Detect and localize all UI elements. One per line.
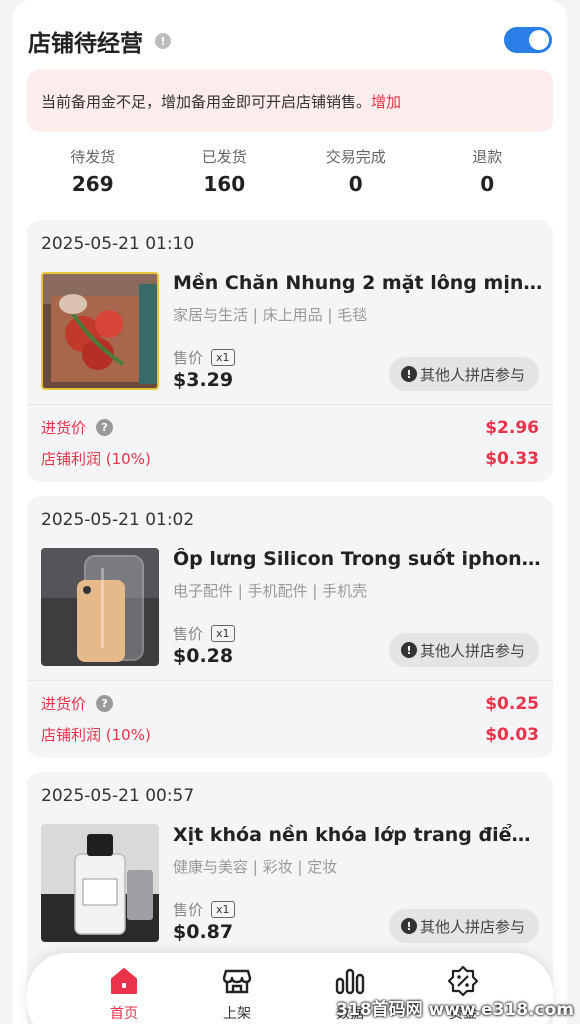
stat-value: 0: [348, 172, 363, 196]
group-participation-button[interactable]: ! 其他人拼店参与: [388, 633, 539, 667]
help-icon[interactable]: ?: [96, 419, 114, 436]
store-profit-value: $0.33: [485, 448, 539, 469]
reserve-fund-alert: 当前备用金不足，增加备用金即可开启店铺销售。 增加: [27, 70, 553, 132]
group-participation-button[interactable]: ! 其他人拼店参与: [388, 909, 539, 943]
divider: [27, 680, 553, 681]
product-price: $3.29: [173, 369, 234, 391]
stat-label: 退款: [472, 148, 503, 166]
home-icon: [84, 965, 164, 997]
group-button-label: 其他人拼店参与: [419, 917, 525, 936]
product-title[interactable]: Mền Chăn Nhung 2 mặt lông mịn C...: [173, 272, 543, 294]
order-date: 2025-05-21 01:10: [41, 234, 195, 254]
order-stats: 待发货 269 已发货 160 交易完成 0 退款 0: [27, 146, 553, 202]
price-label-text: 售价: [173, 349, 204, 367]
bar-chart-icon: [310, 965, 390, 997]
watermark: 318首码网 www.e318.com: [336, 1000, 574, 1020]
add-fund-link[interactable]: 增加: [371, 91, 401, 112]
stat-value: 0: [480, 172, 495, 196]
price-label-text: 售价: [173, 625, 204, 643]
stat-completed[interactable]: 交易完成 0: [290, 146, 422, 202]
store-icon: [197, 965, 277, 997]
order-card[interactable]: 2025-05-21 01:10 Mền Chăn Nhung 2 mặt lô…: [27, 220, 553, 482]
group-participation-button[interactable]: ! 其他人拼店参与: [388, 357, 539, 391]
quantity-badge: x1: [211, 901, 235, 918]
stat-shipped[interactable]: 已发货 160: [159, 146, 291, 202]
cost-price-value: $2.96: [485, 417, 539, 438]
stat-value: 269: [71, 172, 114, 196]
product-title[interactable]: Ốp lưng Silicon Trong suốt iphone...: [173, 548, 543, 570]
store-profit-row: 店铺利润 (10%) $0.03: [41, 724, 539, 745]
quantity-badge: x1: [211, 349, 235, 366]
alert-text: 当前备用金不足，增加备用金即可开启店铺销售。: [41, 92, 372, 111]
group-button-label: 其他人拼店参与: [419, 365, 525, 384]
price-label: 售价 x1: [173, 347, 235, 368]
tab-label: 首页: [110, 1006, 138, 1022]
stat-label: 已发货: [201, 148, 247, 166]
exclamation-icon: !: [400, 642, 417, 658]
page-header: 店铺待经营 !: [28, 24, 552, 58]
store-profit-label: 店铺利润 (10%): [41, 726, 151, 744]
tab-listing[interactable]: 上架: [197, 965, 277, 1023]
exclamation-icon: !: [400, 366, 417, 382]
order-date: 2025-05-21 00:57: [41, 786, 195, 806]
stat-label: 交易完成: [325, 148, 386, 166]
product-price: $0.28: [173, 645, 234, 667]
tab-label: 上架: [223, 1006, 251, 1022]
discount-badge-icon: [423, 965, 503, 997]
toggle-knob: [529, 30, 549, 50]
stat-value: 160: [203, 172, 246, 196]
store-profit-value: $0.03: [485, 724, 539, 745]
info-icon[interactable]: !: [155, 33, 171, 49]
cost-price-label: 进货价: [41, 695, 87, 713]
quantity-badge: x1: [211, 625, 235, 642]
divider: [27, 404, 553, 405]
cost-price-row: 进货价 ? $0.25: [41, 693, 539, 714]
product-title[interactable]: Xịt khóa nền khóa lớp trang điểm d...: [173, 824, 543, 846]
stat-pending-shipment[interactable]: 待发货 269: [27, 146, 159, 202]
exclamation-icon: !: [400, 918, 417, 934]
main-panel: 店铺待经营 ! 当前备用金不足，增加备用金即可开启店铺销售。 增加 待发货 26…: [13, 0, 567, 1024]
stat-label: 待发货: [70, 148, 116, 166]
order-date: 2025-05-21 01:02: [41, 510, 195, 530]
cost-price-row: 进货价 ? $2.96: [41, 417, 539, 438]
price-label: 售价 x1: [173, 623, 235, 644]
product-image-phone-case[interactable]: [41, 548, 159, 666]
help-icon[interactable]: ?: [96, 695, 114, 712]
stat-refund[interactable]: 退款 0: [422, 146, 554, 202]
price-label: 售价 x1: [173, 899, 235, 920]
tab-home[interactable]: 首页: [84, 965, 164, 1023]
cost-price-label: 进货价: [41, 419, 87, 437]
store-profit-row: 店铺利润 (10%) $0.33: [41, 448, 539, 469]
product-category: 家居与生活 | 床上用品 | 毛毯: [173, 306, 368, 324]
product-category: 健康与美容 | 彩妆 | 定妆: [173, 858, 338, 876]
product-price: $0.87: [173, 921, 234, 943]
order-card[interactable]: 2025-05-21 01:02 Ốp lưng Silicon Trong s…: [27, 496, 553, 758]
price-label-text: 售价: [173, 901, 204, 919]
product-image-blanket[interactable]: [41, 272, 159, 390]
store-profit-label: 店铺利润 (10%): [41, 450, 151, 468]
product-category: 电子配件 | 手机配件 | 手机壳: [173, 582, 368, 600]
store-toggle-switch[interactable]: [504, 27, 552, 53]
cost-price-value: $0.25: [485, 693, 539, 714]
product-image-setting-spray[interactable]: [41, 824, 159, 942]
group-button-label: 其他人拼店参与: [419, 641, 525, 660]
page-title: 店铺待经营: [28, 31, 143, 57]
